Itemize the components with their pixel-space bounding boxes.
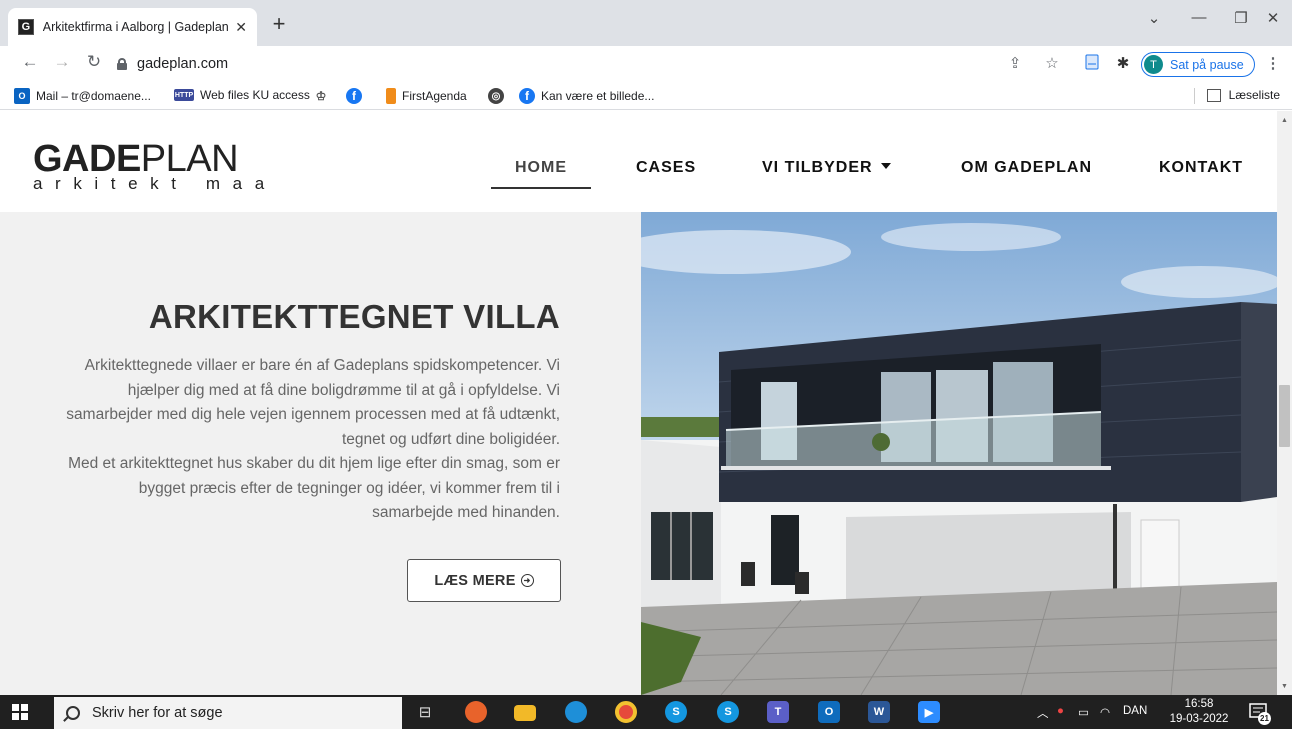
language-indicator[interactable]: DAN — [1123, 705, 1147, 717]
bookmark-label: Kan være et billede... — [541, 89, 655, 103]
skype-business-icon[interactable]: S — [717, 701, 739, 723]
taskbar-search[interactable]: Skriv her for at søge — [54, 697, 402, 729]
nav-active-indicator — [491, 187, 591, 189]
back-button[interactable]: ← — [19, 52, 41, 72]
bookmark-crest[interactable]: ♔ — [313, 88, 335, 104]
bookmark-star-icon[interactable]: ☆ — [1042, 54, 1062, 72]
facebook-icon: f — [346, 88, 362, 104]
scroll-up-icon[interactable]: ▲ — [1281, 117, 1288, 124]
arrow-circle-right-icon: ➜ — [520, 574, 534, 587]
hero-paragraph-2: Med et arkitekttegnet hus skaber du dit … — [68, 455, 560, 521]
tab-strip: G Arkitektfirma i Aalborg | Gadeplan ✕ +… — [0, 0, 1292, 46]
globe-icon: ◎ — [488, 88, 504, 104]
tab-search-icon[interactable]: ⌄ — [1131, 9, 1177, 27]
browser-tab[interactable]: G Arkitektfirma i Aalborg | Gadeplan ✕ — [8, 8, 257, 46]
read-more-button[interactable]: LÆS MERE ➜ — [407, 559, 561, 602]
document-extension-icon[interactable] — [1082, 54, 1102, 74]
bookmark-label: Mail – tr@domaene... — [36, 89, 151, 103]
battery-icon[interactable]: ▭ — [1078, 705, 1089, 719]
nav-vi-tilbyder[interactable]: VI TILBYDER — [762, 159, 891, 177]
clock-time: 16:58 — [1184, 698, 1214, 710]
bookmark-label: Web files KU access — [200, 88, 310, 102]
file-explorer-icon[interactable] — [514, 705, 536, 721]
read-more-label: LÆS MERE — [434, 572, 516, 589]
facebook-icon: f — [519, 88, 535, 104]
lock-icon — [117, 58, 127, 70]
windows-start-icon[interactable] — [12, 704, 28, 720]
task-view-icon[interactable]: ⊟ — [414, 701, 436, 723]
firefox-icon[interactable] — [465, 701, 487, 723]
webfiles-icon: HTTP — [174, 89, 194, 101]
site-logo[interactable]: GADEPLAN arkitekt maa — [33, 138, 277, 193]
menu-kebab-icon[interactable]: ⋮ — [1263, 54, 1283, 72]
clock-date: 19-03-2022 — [1169, 713, 1229, 725]
edge-icon[interactable] — [565, 701, 587, 723]
tab-title: Arkitektfirma i Aalborg | Gadeplan — [42, 20, 229, 34]
zoom-icon[interactable]: ▶ — [918, 701, 940, 723]
forward-button[interactable]: → — [51, 52, 73, 72]
extensions-puzzle-icon[interactable]: ✱ — [1113, 54, 1133, 72]
address-bar[interactable]: gadeplan.com — [117, 50, 1007, 78]
notification-count-badge: 21 — [1258, 712, 1271, 725]
nav-vi-tilbyder-label: VI TILBYDER — [762, 159, 873, 176]
scrollbar-thumb[interactable] — [1279, 385, 1290, 447]
hero-text-panel: ARKITEKTTEGNET VILLA Arkitekttegnede vil… — [0, 212, 641, 695]
hero-title: ARKITEKTTEGNET VILLA — [148, 298, 560, 335]
bookmark-kan-vaere[interactable]: f Kan være et billede... — [519, 88, 654, 104]
reload-button[interactable]: ↻ — [83, 52, 105, 72]
url-text: gadeplan.com — [137, 56, 229, 72]
search-placeholder: Skriv her for at søge — [92, 705, 223, 721]
browser-toolbar: ← → ↻ gadeplan.com ⇪ ☆ ✱ T Sat på pause … — [0, 46, 1292, 82]
profile-status-label: Sat på pause — [1170, 57, 1244, 72]
teams-icon[interactable]: T — [767, 701, 789, 723]
logo-tagline: arkitekt maa — [33, 174, 277, 193]
villa-illustration — [641, 212, 1277, 695]
page-scrollbar[interactable]: ▲ ▼ — [1277, 111, 1292, 695]
bookmark-label: FirstAgenda — [402, 89, 467, 103]
webpage: GADEPLAN arkitekt maa HOME CASES VI TILB… — [0, 111, 1277, 695]
bookmark-firstagenda[interactable]: FirstAgenda — [386, 88, 467, 104]
nav-home[interactable]: HOME — [515, 159, 567, 177]
new-tab-button[interactable]: + — [266, 11, 292, 37]
bookmark-web-files[interactable]: HTTP Web files KU access — [174, 88, 310, 102]
bookmarks-bar: O Mail – tr@domaene... HTTP Web files KU… — [0, 82, 1292, 110]
firstagenda-icon — [386, 88, 396, 104]
outlook-icon: O — [14, 88, 30, 104]
chrome-icon[interactable] — [615, 701, 637, 723]
word-icon[interactable]: W — [868, 701, 890, 723]
bookmarks-divider — [1194, 88, 1195, 104]
caret-down-icon — [880, 163, 891, 169]
villa-photo — [641, 212, 1277, 695]
close-window-button[interactable]: ✕ — [1250, 9, 1292, 27]
nav-kontakt[interactable]: KONTAKT — [1159, 159, 1243, 177]
tray-chevron-icon[interactable]: ︿ — [1037, 705, 1049, 721]
nav-om-gadeplan[interactable]: OM GADEPLAN — [961, 159, 1092, 177]
system-clock[interactable]: 16:58 19-03-2022 — [1166, 697, 1232, 727]
hero-description: Arkitekttegnede villaer er bare én af Ga… — [60, 354, 560, 526]
search-icon — [66, 706, 80, 720]
profile-button[interactable]: T Sat på pause — [1141, 52, 1255, 77]
bookmark-facebook[interactable]: f — [346, 88, 362, 104]
hero-paragraph-1: Arkitekttegnede villaer er bare én af Ga… — [66, 357, 560, 448]
gadeplan-favicon-icon: G — [18, 19, 34, 35]
site-header: GADEPLAN arkitekt maa HOME CASES VI TILB… — [0, 111, 1277, 212]
reading-list-button[interactable]: Læseliste — [1206, 88, 1280, 102]
reading-list-label: Læseliste — [1228, 88, 1280, 102]
tray-app-icon[interactable]: ● — [1057, 705, 1064, 717]
skype-icon[interactable]: S — [665, 701, 687, 723]
scroll-down-icon[interactable]: ▼ — [1281, 683, 1288, 690]
crest-icon: ♔ — [313, 88, 329, 104]
windows-taskbar: Skriv her for at søge ⊟ S S T O W ▶ ︿ ● … — [0, 695, 1292, 729]
close-tab-icon[interactable]: ✕ — [235, 19, 247, 36]
outlook-app-icon[interactable]: O — [818, 701, 840, 723]
nav-cases[interactable]: CASES — [636, 159, 696, 177]
bookmark-globe[interactable]: ◎ — [488, 88, 510, 104]
profile-avatar: T — [1144, 55, 1163, 74]
bookmark-mail[interactable]: O Mail – tr@domaene... — [14, 88, 151, 104]
wifi-icon[interactable]: ◠ — [1100, 705, 1110, 719]
minimize-button[interactable]: — — [1176, 9, 1222, 26]
logo-wordmark: GADEPLAN — [33, 138, 239, 180]
reading-list-icon — [1206, 88, 1221, 102]
share-icon[interactable]: ⇪ — [1005, 54, 1025, 72]
